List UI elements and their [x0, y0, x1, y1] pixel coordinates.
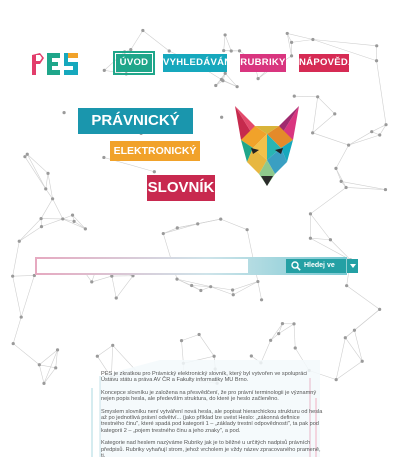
chevron-down-icon[interactable] — [346, 259, 358, 273]
nav-item-napoveda[interactable]: NÁPOVĚDA — [299, 54, 355, 72]
nav-item-rubriky[interactable]: RUBRIKY — [240, 54, 286, 72]
main-navigation: ÚVOD VYHLEDÁVÁNÍ RUBRIKY NÁPOVĚDA — [0, 51, 400, 75]
intro-text: PES je zkratkou pro Právnický elektronic… — [101, 371, 323, 457]
fox-mascot-icon — [235, 106, 299, 186]
title-line-slovnik: SLOVNÍK — [147, 175, 215, 201]
search-input[interactable] — [37, 259, 248, 273]
title-line-pravnicky: PRÁVNICKÝ — [78, 108, 193, 134]
search-button[interactable]: Hledej ve slovníku — [286, 259, 358, 283]
intro-paragraph: Koncepce slovníku je založena na přesvěd… — [101, 389, 317, 403]
title-line-elektronicky: ELEKTRONICKÝ — [110, 141, 200, 161]
search-button-label: Hledej ve slovníku — [304, 262, 335, 283]
search-bar: Hledej ve slovníku — [35, 257, 358, 283]
nav-item-uvod[interactable]: ÚVOD — [113, 51, 155, 75]
nav-item-vyhledavani[interactable]: VYHLEDÁVÁNÍ — [163, 54, 234, 72]
intro-paragraph: Kategorie nad heslem nazýváme Rubriky ja… — [101, 440, 321, 457]
intro-paragraph: Smyslem slovníku není vytváření nová hes… — [101, 408, 323, 434]
search-icon — [291, 261, 301, 271]
intro-paragraph: PES je zkratkou pro Právnický elektronic… — [101, 371, 308, 384]
intro-panel: PES je zkratkou pro Právnický elektronic… — [80, 358, 323, 457]
